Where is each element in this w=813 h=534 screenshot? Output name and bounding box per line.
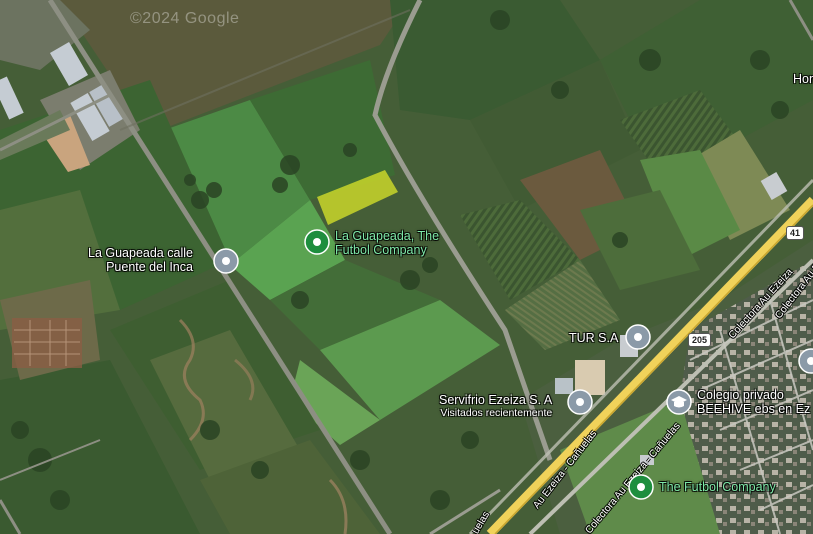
map-pin-icon[interactable] bbox=[213, 248, 239, 274]
place-name-line1: La Guapeada, The bbox=[335, 229, 440, 243]
place-label[interactable]: Colegio privado BEEHIVE ebs en Ez bbox=[697, 388, 810, 416]
route-41-shield: 41 bbox=[786, 226, 805, 240]
recently-visited-note: Visitados recientemente bbox=[440, 407, 553, 419]
place-name-line2: Futbol Company bbox=[335, 243, 427, 257]
place-label[interactable]: Servifrio Ezeiza S. A Visitados reciente… bbox=[439, 393, 552, 419]
place-label[interactable]: La Guapeada, The Futbol Company bbox=[335, 229, 439, 257]
place-name-line1: Colegio privado bbox=[697, 388, 784, 402]
place-label[interactable]: La Guapeada calle Puente del Inca bbox=[88, 246, 193, 274]
map-view[interactable]: ©2024 Google Au Ezeiza - Cañuelas Colect… bbox=[0, 0, 813, 534]
place-label[interactable]: The Futbol Company bbox=[659, 480, 776, 494]
place-name-line1: La Guapeada calle bbox=[88, 246, 193, 260]
school-icon[interactable] bbox=[666, 389, 692, 415]
place-label[interactable]: TUR S.A bbox=[569, 331, 618, 345]
map-pin-icon[interactable] bbox=[304, 229, 330, 255]
map-pin-icon[interactable] bbox=[798, 348, 813, 374]
place-name-line2: Puente del Inca bbox=[106, 260, 193, 274]
google-watermark: ©2024 Google bbox=[130, 10, 240, 27]
map-pin-icon[interactable] bbox=[628, 474, 654, 500]
map-pin-icon[interactable] bbox=[625, 324, 651, 350]
map-pin-icon[interactable] bbox=[567, 389, 593, 415]
place-label[interactable]: Hom bbox=[793, 72, 813, 86]
place-name-line2: BEEHIVE ebs en Ez bbox=[697, 402, 811, 416]
route-205-shield: 205 bbox=[688, 333, 712, 347]
place-name-line1: Servifrio Ezeiza S. A bbox=[439, 393, 553, 407]
